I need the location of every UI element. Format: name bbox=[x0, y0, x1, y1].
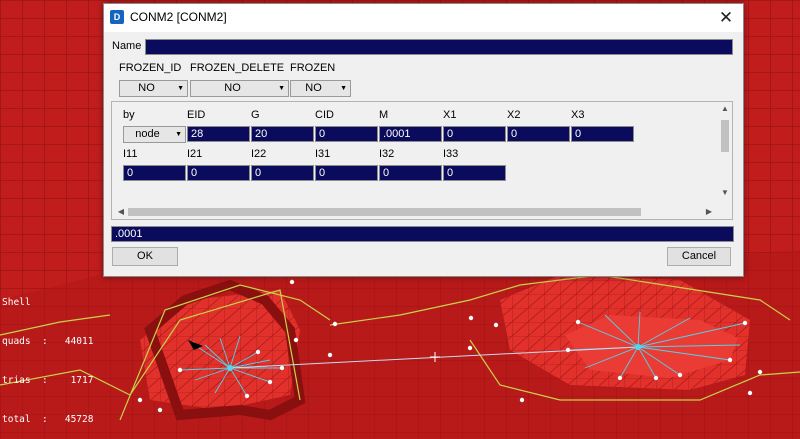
chevron-down-icon: ▼ bbox=[177, 85, 184, 92]
i33-input[interactable]: 0 bbox=[443, 165, 506, 181]
header-i33: I33 bbox=[443, 148, 459, 160]
card-fields-panel: by EID G CID M X1 X2 X3 node ▼ 28 20 0 .… bbox=[111, 101, 733, 220]
name-input[interactable] bbox=[145, 39, 733, 55]
edit-value-field[interactable]: .0001 bbox=[111, 226, 734, 242]
scroll-up-icon[interactable]: ▲ bbox=[718, 104, 732, 113]
i11-input[interactable]: 0 bbox=[123, 165, 186, 181]
scroll-left-icon[interactable]: ◀ bbox=[114, 207, 128, 216]
dialog-titlebar[interactable]: D CONM2 [CONM2] ✕ bbox=[104, 4, 743, 32]
header-i32: I32 bbox=[379, 148, 395, 160]
eid-input[interactable]: 28 bbox=[187, 126, 250, 142]
chevron-down-icon: ▼ bbox=[278, 85, 285, 92]
stats-label: quads bbox=[2, 336, 31, 347]
x2-input[interactable]: 0 bbox=[507, 126, 570, 142]
header-i31: I31 bbox=[315, 148, 331, 160]
x1-input[interactable]: 0 bbox=[443, 126, 506, 142]
dropdown-value: NO bbox=[224, 82, 241, 94]
ok-button[interactable]: OK bbox=[112, 247, 178, 266]
i21-input[interactable]: 0 bbox=[187, 165, 250, 181]
dropdown-value: NO bbox=[138, 82, 155, 94]
m-input[interactable]: .0001 bbox=[379, 126, 442, 142]
i32-input[interactable]: 0 bbox=[379, 165, 442, 181]
spider-center-right[interactable] bbox=[635, 344, 641, 350]
header-x2: X2 bbox=[507, 109, 521, 121]
header-cid: CID bbox=[315, 109, 334, 121]
mesh-statistics: Shell quads: 44011 trias: 1717 total: 45… bbox=[2, 270, 93, 439]
header-x1: X1 bbox=[443, 109, 457, 121]
dropdown-value: NO bbox=[305, 82, 322, 94]
stats-label: total bbox=[2, 414, 31, 425]
spider-center-left[interactable] bbox=[227, 365, 233, 371]
by-dropdown[interactable]: node ▼ bbox=[123, 126, 186, 143]
stats-value: 45728 bbox=[64, 414, 94, 425]
header-i21: I21 bbox=[187, 148, 203, 160]
frozen-id-dropdown[interactable]: NO ▼ bbox=[119, 80, 188, 97]
stats-trias: trias: 1717 bbox=[2, 375, 94, 386]
dropdown-value: node bbox=[135, 128, 160, 140]
header-g: G bbox=[251, 109, 260, 121]
dialog-title: CONM2 [CONM2] bbox=[130, 10, 227, 24]
vertical-scrollbar[interactable]: ▲ ▼ bbox=[718, 102, 732, 202]
stats-title: Shell bbox=[2, 297, 31, 308]
stats-quads: quads: 44011 bbox=[2, 336, 94, 347]
stats-value: 1717 bbox=[70, 375, 94, 386]
frozen-delete-dropdown[interactable]: NO ▼ bbox=[190, 80, 289, 97]
header-i11: I11 bbox=[123, 148, 138, 160]
stats-value: 44011 bbox=[64, 336, 94, 347]
cid-input[interactable]: 0 bbox=[315, 126, 378, 142]
scroll-right-icon[interactable]: ▶ bbox=[702, 207, 716, 216]
scroll-down-icon[interactable]: ▼ bbox=[718, 188, 732, 197]
cancel-button[interactable]: Cancel bbox=[667, 247, 731, 266]
frozen-dropdown[interactable]: NO ▼ bbox=[290, 80, 351, 97]
frozen-id-label: FROZEN_ID bbox=[119, 62, 182, 74]
horizontal-scrollbar[interactable]: ◀ ▶ bbox=[112, 205, 732, 219]
frozen-label: FROZEN bbox=[290, 62, 336, 74]
header-m: M bbox=[379, 109, 389, 121]
stats-label: trias bbox=[2, 375, 31, 386]
header-by: by bbox=[123, 109, 135, 121]
chevron-down-icon: ▼ bbox=[340, 85, 347, 92]
close-icon[interactable]: ✕ bbox=[713, 6, 739, 30]
header-eid: EID bbox=[187, 109, 206, 121]
x3-input[interactable]: 0 bbox=[571, 126, 634, 142]
stats-total: total: 45728 bbox=[2, 414, 94, 425]
i22-input[interactable]: 0 bbox=[251, 165, 314, 181]
header-i22: I22 bbox=[251, 148, 267, 160]
g-input[interactable]: 20 bbox=[251, 126, 314, 142]
frozen-delete-label: FROZEN_DELETE bbox=[190, 62, 285, 74]
horizontal-scroll-thumb[interactable] bbox=[128, 208, 641, 216]
i31-input[interactable]: 0 bbox=[315, 165, 378, 181]
app-logo-icon: D bbox=[110, 10, 124, 24]
name-label: Name bbox=[112, 40, 142, 52]
chevron-down-icon: ▼ bbox=[175, 131, 182, 138]
header-x3: X3 bbox=[571, 109, 585, 121]
conm2-dialog: D CONM2 [CONM2] ✕ Name FROZEN_ID FROZEN_… bbox=[103, 3, 744, 277]
vertical-scroll-thumb[interactable] bbox=[721, 120, 729, 152]
